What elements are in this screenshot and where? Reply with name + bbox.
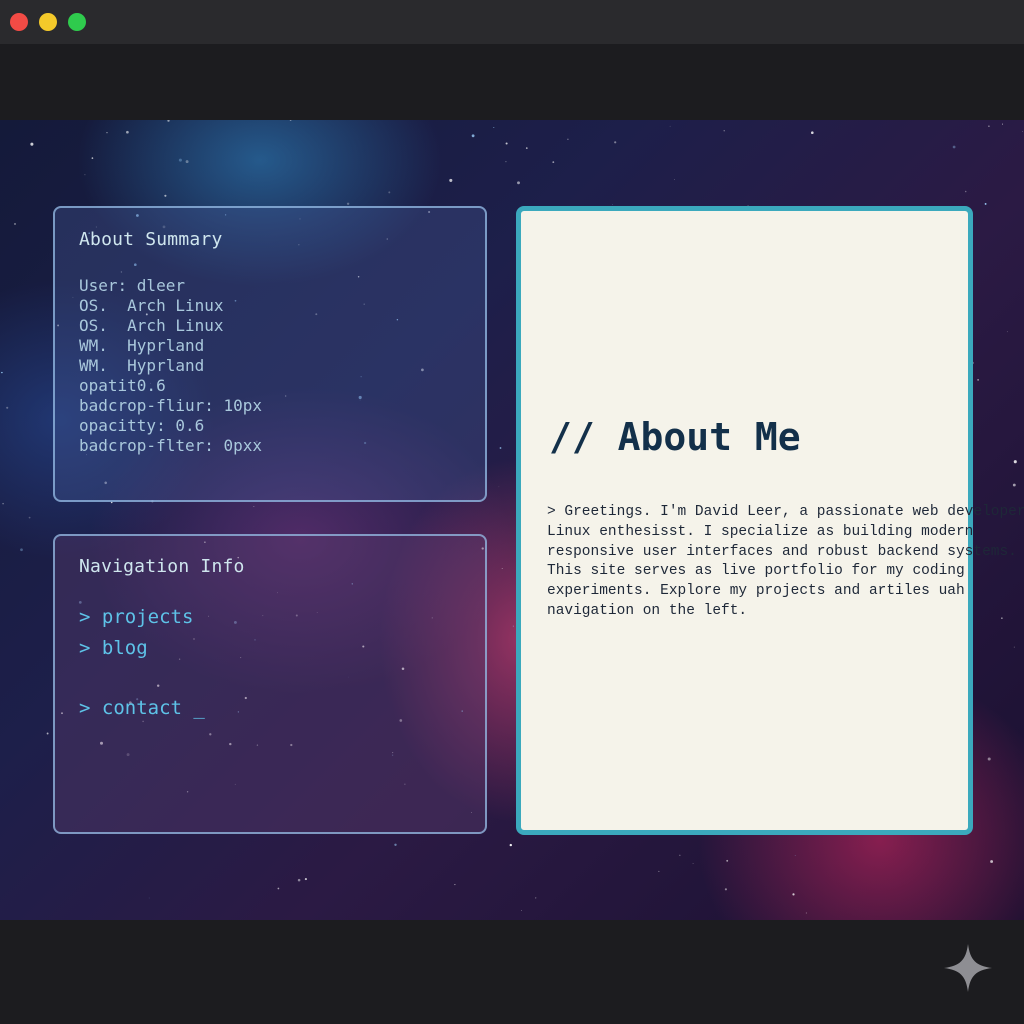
nav-link-blog[interactable]: > blog [79, 633, 205, 664]
system-info-line: badcrop-fliur: 10px [79, 396, 263, 415]
system-info-line: User: dleer [79, 276, 185, 295]
browser-window: About Summary User: dleer OS. Arch Linux… [0, 0, 1024, 1024]
nav-link-projects[interactable]: > projects [79, 602, 205, 633]
nav-link-label: > contact [79, 697, 182, 719]
about-text-line: experiments. Explore my projects and art… [547, 583, 965, 600]
title-bar [0, 0, 1024, 44]
text-cursor: _ [193, 697, 205, 719]
about-me-heading: // About Me [549, 415, 801, 459]
about-text-line: > Greetings. I'm David Leer, a passionat… [547, 504, 1024, 520]
system-info-line: OS. Arch Linux [79, 296, 224, 315]
minimize-window-button[interactable] [39, 13, 57, 31]
navigation-list: > projects > blog > contact _ [79, 602, 205, 724]
nav-link-contact[interactable]: > contact _ [79, 693, 205, 724]
toolbar-area [0, 44, 1024, 120]
about-summary-panel: About Summary User: dleer OS. Arch Linux… [53, 206, 487, 502]
sparkle-icon [944, 944, 992, 992]
about-text-line: Linux enthesisst. I specialize as buildi… [547, 523, 974, 540]
about-text-line: navigation on the left. [547, 602, 748, 619]
about-me-card: // About Me > Greetings. I'm David Leer,… [516, 206, 1024, 835]
about-text-line: responsive user interfaces and robust ba… [547, 543, 1017, 560]
nav-link-label: > blog [79, 637, 148, 659]
system-info-line: opatit0.6 [79, 376, 166, 395]
page-viewport: About Summary User: dleer OS. Arch Linux… [0, 120, 1024, 920]
navigation-panel: Navigation Info > projects > blog > cont… [53, 534, 487, 834]
about-summary-title: About Summary [79, 229, 223, 250]
system-info-line: badcrop-flter: 0pxx [79, 436, 263, 455]
maximize-window-button[interactable] [68, 13, 86, 31]
about-text-line: This site serves as live portfolio for m… [547, 563, 965, 580]
system-info-line: WM. Hyprland [79, 356, 205, 375]
about-me-text: > Greetings. I'm David Leer, a passionat… [547, 503, 1024, 622]
system-info-line: OS. Arch Linux [79, 316, 224, 335]
system-info-line: opacitty: 0.6 [79, 416, 205, 435]
system-info-list: User: dleer OS. Arch Linux OS. Arch Linu… [79, 276, 262, 456]
nav-link-label: > projects [79, 606, 194, 628]
navigation-title: Navigation Info [79, 556, 245, 577]
system-info-line: WM. Hyprland [79, 336, 205, 355]
close-window-button[interactable] [10, 13, 28, 31]
